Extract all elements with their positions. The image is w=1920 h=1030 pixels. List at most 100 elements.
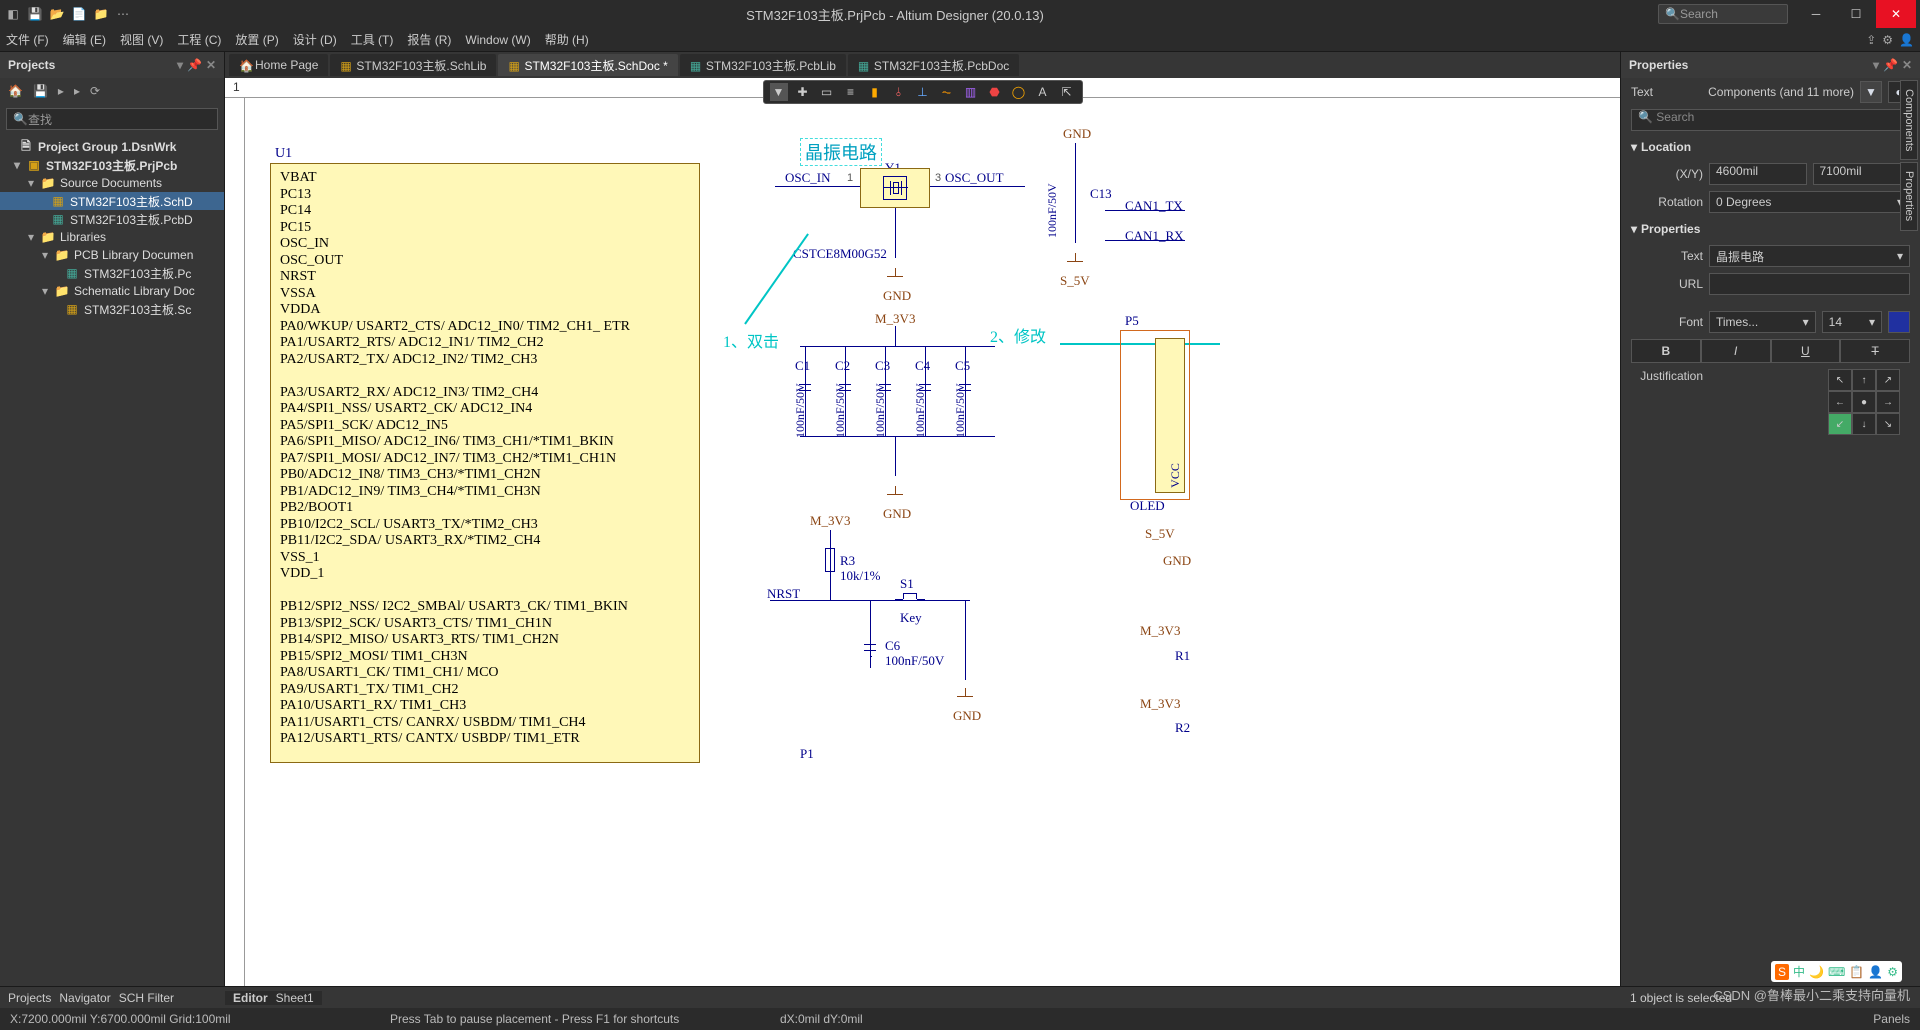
menu-edit[interactable]: 编辑 (E) (63, 31, 106, 48)
tab-home[interactable]: 🏠Home Page (229, 54, 328, 76)
more-icon[interactable]: ⋯ (114, 5, 132, 23)
close-icon[interactable]: ✕ (1902, 58, 1912, 72)
pin-icon[interactable]: 📌 (187, 58, 202, 72)
location-section[interactable]: ▾ Location (1621, 134, 1920, 160)
compile-icon[interactable]: ▸ (58, 84, 64, 98)
side-tab-components[interactable]: Components (1900, 80, 1918, 160)
menu-tools[interactable]: 工具 (T) (351, 31, 394, 48)
gnd-r: GND (1163, 553, 1191, 569)
menu-place[interactable]: 放置 (P) (235, 31, 278, 48)
menu-report[interactable]: 报告 (R) (407, 31, 451, 48)
projects-search[interactable]: 🔍 查找 (6, 108, 218, 130)
tree-workspace[interactable]: 🗎Project Group 1.DsnWrk (0, 138, 224, 156)
ind-icon[interactable]: ⏦ (938, 83, 956, 101)
tab-pcbdoc[interactable]: ▦STM32F103主板.PcbDoc (848, 54, 1019, 76)
m3v3-r2: M_3V3 (1140, 696, 1180, 712)
align-icon[interactable]: ≡ (842, 83, 860, 101)
strike-button[interactable]: T (1840, 339, 1910, 363)
font-family[interactable]: Times...▾ (1709, 311, 1816, 333)
justification-grid[interactable]: ↖↑↗ ←●→ ↙↓↘ (1828, 369, 1900, 435)
menu-window[interactable]: Window (W) (465, 33, 530, 47)
menu-file[interactable]: 文件 (F) (6, 31, 49, 48)
tree-item-schdoc[interactable]: ▦STM32F103主板.SchD (0, 192, 224, 210)
btab-editor[interactable]: Editor (233, 991, 268, 1005)
properties-search[interactable]: 🔍 Search (1631, 109, 1910, 131)
share-icon[interactable]: ⇪ (1866, 33, 1876, 47)
props-section[interactable]: ▾ Properties (1621, 216, 1920, 242)
bar1-icon[interactable]: ▮ (866, 83, 884, 101)
filter-icon[interactable]: ▼ (770, 83, 788, 101)
tree-folder-pcblib[interactable]: ▾📁PCB Library Documen (0, 246, 224, 264)
tree-project[interactable]: ▾▣STM32F103主板.PrjPcb (0, 156, 224, 174)
refresh-icon[interactable]: ⟳ (90, 84, 100, 98)
menu-view[interactable]: 视图 (V) (120, 31, 163, 48)
cap-icon[interactable]: ⊥ (914, 83, 932, 101)
bold-button[interactable]: B (1631, 339, 1701, 363)
menu-help[interactable]: 帮助 (H) (545, 31, 589, 48)
circle-icon[interactable]: ◯ (1010, 83, 1028, 101)
italic-button[interactable]: I (1701, 339, 1771, 363)
status-delta: dX:0mil dY:0mil (780, 1012, 863, 1026)
pin-icon[interactable]: 📌 (1883, 58, 1898, 72)
tree-item-pcblib[interactable]: ▦STM32F103主板.Pc (0, 264, 224, 282)
font-label: Font (1631, 315, 1703, 329)
projects-panel: Projects ▾📌✕ 🏠 💾 ▸ ▸ ⟳ 🔍 查找 🗎Project Gro… (0, 52, 225, 986)
new-icon[interactable]: 📄 (70, 5, 88, 23)
cross-icon[interactable]: ✚ (794, 83, 812, 101)
text-input[interactable]: 晶振电路▾ (1709, 245, 1910, 267)
url-input[interactable] (1709, 273, 1910, 295)
underline-button[interactable]: U (1771, 339, 1841, 363)
rotation-select[interactable]: 0 Degrees▾ (1709, 191, 1910, 213)
r3-ref: R3 (840, 553, 855, 569)
tag-icon[interactable]: ⬣ (986, 83, 1004, 101)
crystal-title[interactable]: 晶振电路 (800, 138, 882, 166)
home-icon[interactable]: 🏠 (8, 84, 23, 98)
tree-folder-lib[interactable]: ▾📁Libraries (0, 228, 224, 246)
color-swatch[interactable] (1888, 311, 1910, 333)
comp-icon[interactable]: ▥ (962, 83, 980, 101)
save-all-icon[interactable]: 💾 (33, 84, 48, 98)
font-size[interactable]: 14▾ (1822, 311, 1882, 333)
x-input[interactable]: 4600mil (1709, 163, 1807, 185)
m3v3-label: M_3V3 (875, 311, 915, 327)
save-icon[interactable]: 💾 (26, 5, 44, 23)
tab-schlib[interactable]: ▦STM32F103主板.SchLib (330, 54, 496, 76)
url-label: URL (1631, 277, 1703, 291)
project-tree[interactable]: 🗎Project Group 1.DsnWrk ▾▣STM32F103主板.Pr… (0, 134, 224, 986)
folder-tree-icon[interactable]: ▸ (74, 84, 80, 98)
user-icon[interactable]: 👤 (1899, 33, 1914, 47)
side-tab-properties[interactable]: Properties (1900, 162, 1918, 230)
projects-toolbar: 🏠 💾 ▸ ▸ ⟳ (0, 78, 224, 104)
filter-icon[interactable]: ▼ (1860, 81, 1882, 103)
resistor-icon[interactable]: ⫰ (890, 83, 908, 101)
btab-navigator[interactable]: Navigator (59, 991, 110, 1005)
probe-icon[interactable]: ⇱ (1058, 83, 1076, 101)
tree-folder-src[interactable]: ▾📁Source Documents (0, 174, 224, 192)
tree-item-pcbdoc[interactable]: ▦STM32F103主板.PcbD (0, 210, 224, 228)
btab-sheet1[interactable]: Sheet1 (276, 991, 314, 1005)
folder-icon[interactable]: 📁 (92, 5, 110, 23)
menu-design[interactable]: 设计 (D) (293, 31, 337, 48)
dropdown-icon[interactable]: ▾ (1873, 58, 1879, 72)
btab-schfilter[interactable]: SCH Filter (119, 991, 174, 1005)
panels-button[interactable]: Panels (1873, 1012, 1910, 1026)
close-button[interactable]: ✕ (1876, 0, 1916, 28)
global-search[interactable]: 🔍 Search (1658, 4, 1788, 24)
open-icon[interactable]: 📂 (48, 5, 66, 23)
maximize-button[interactable]: ☐ (1836, 0, 1876, 28)
gear-icon[interactable]: ⚙ (1882, 33, 1893, 47)
schematic-editor[interactable]: 1 2 ▼ ✚ ▭ ≡ ▮ ⫰ ⊥ ⏦ ▥ ⬣ ◯ A ⇱ U1 (225, 78, 1620, 986)
close-panel-icon[interactable]: ✕ (206, 58, 216, 72)
text-icon[interactable]: A (1034, 83, 1052, 101)
schematic-canvas[interactable]: U1 VBAT PC13 PC14 PC15 OSC_IN OSC_OUT NR… (245, 98, 1620, 986)
minimize-button[interactable]: ─ (1796, 0, 1836, 28)
tree-item-schlib[interactable]: ▦STM32F103主板.Sc (0, 300, 224, 318)
rect-icon[interactable]: ▭ (818, 83, 836, 101)
tab-pcblib[interactable]: ▦STM32F103主板.PcbLib (680, 54, 846, 76)
dropdown-icon[interactable]: ▾ (177, 58, 183, 72)
tab-schdoc[interactable]: ▦STM32F103主板.SchDoc * (498, 54, 677, 76)
y-input[interactable]: 7100mil (1813, 163, 1911, 185)
tree-folder-schlib[interactable]: ▾📁Schematic Library Doc (0, 282, 224, 300)
menu-project[interactable]: 工程 (C) (177, 31, 221, 48)
btab-projects[interactable]: Projects (8, 991, 51, 1005)
